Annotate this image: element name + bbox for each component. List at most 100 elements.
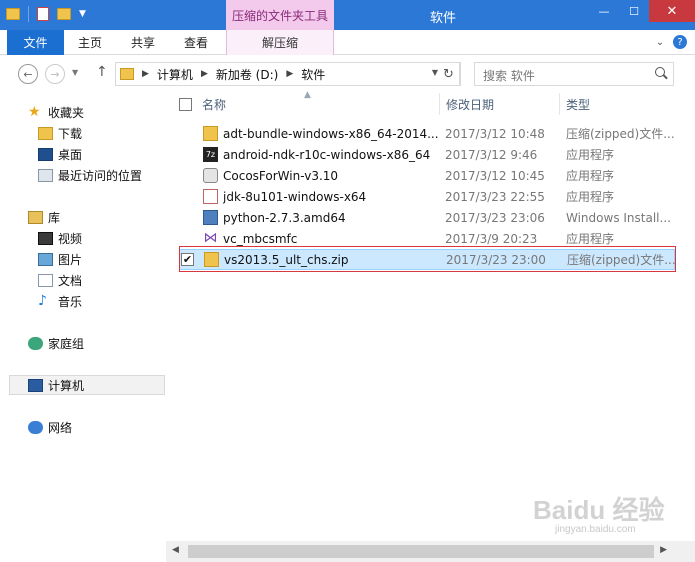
tab-share[interactable]: 共享 xyxy=(123,30,163,55)
nav-item-videos[interactable]: 视频 xyxy=(38,228,82,248)
breadcrumb-folder[interactable]: 软件 xyxy=(301,66,325,83)
recent-places-icon xyxy=(38,168,53,182)
nav-label: 下载 xyxy=(58,126,83,141)
file-date: 2017/3/23 23:06 xyxy=(445,210,545,225)
file-name: CocosForWin-v3.10 xyxy=(223,168,339,183)
file-name: jdk-8u101-windows-x64 xyxy=(223,189,367,204)
breadcrumb-drive[interactable]: 新加卷 (D:) xyxy=(216,66,278,83)
navigation-pane: ★ 收藏夹 下载 桌面 最近访问的位置 库 视频 图片 文档 ♪ 音乐 家庭组 … xyxy=(0,93,165,548)
nav-network[interactable]: 网络 xyxy=(28,417,72,437)
file-type: 应用程序 xyxy=(566,232,615,246)
expand-ribbon-icon[interactable]: ⌄ xyxy=(653,35,667,49)
window-controls: — ☐ ✕ xyxy=(589,0,695,22)
folder-icon xyxy=(6,8,20,20)
breadcrumb-computer[interactable]: 计算机 xyxy=(157,66,193,83)
scrollbar-thumb[interactable] xyxy=(188,545,654,558)
java-icon xyxy=(203,189,218,204)
nav-item-pictures[interactable]: 图片 xyxy=(38,249,82,269)
nav-label: 收藏夹 xyxy=(48,105,85,120)
address-bar[interactable]: ▶ 计算机 ▶ 新加卷 (D:) ▶ 软件 ▼ xyxy=(115,62,461,86)
nav-favorites[interactable]: ★ 收藏夹 xyxy=(28,102,84,122)
nav-item-documents[interactable]: 文档 xyxy=(38,270,82,290)
downloads-folder-icon xyxy=(38,126,53,140)
file-name: python-2.7.3.amd64 xyxy=(223,210,346,225)
column-divider[interactable] xyxy=(439,93,440,115)
refresh-button[interactable]: ↻ xyxy=(438,62,460,86)
folder-icon xyxy=(120,68,134,80)
column-header-date[interactable]: 修改日期 xyxy=(446,93,494,115)
python-icon xyxy=(203,210,218,225)
column-divider[interactable] xyxy=(559,93,560,115)
file-date: 2017/3/23 22:55 xyxy=(445,189,545,204)
tab-extract[interactable]: 解压缩 xyxy=(226,30,334,55)
qat-dropdown-icon[interactable]: ▼ xyxy=(79,9,86,19)
nav-item-music[interactable]: ♪ 音乐 xyxy=(38,291,82,311)
baidu-watermark-url: jingyan.baidu.com xyxy=(555,524,636,535)
horizontal-scrollbar[interactable]: ◀ ▶ xyxy=(166,541,695,562)
properties-icon[interactable] xyxy=(37,7,49,21)
address-row: ← → ▼ ↑ ▶ 计算机 ▶ 新加卷 (D:) ▶ 软件 ▼ ↻ 搜索 软件 xyxy=(0,55,695,93)
title-bar: ▼ 压缩的文件夹工具 软件 — ☐ ✕ xyxy=(0,0,695,30)
vertical-scroll-area xyxy=(680,93,695,541)
file-date: 2017/3/12 10:45 xyxy=(445,168,545,183)
nav-libraries[interactable]: 库 xyxy=(28,207,60,227)
nav-item-downloads[interactable]: 下载 xyxy=(38,123,82,143)
library-icon xyxy=(28,210,43,224)
chevron-right-icon[interactable]: ▶ xyxy=(286,69,293,79)
chevron-right-icon[interactable]: ▶ xyxy=(142,69,149,79)
zip-icon xyxy=(203,126,218,141)
tab-file[interactable]: 文件 xyxy=(7,30,64,55)
nav-label: 音乐 xyxy=(58,294,83,309)
chevron-right-icon[interactable]: ▶ xyxy=(201,69,208,79)
scroll-left-icon[interactable]: ◀ xyxy=(172,545,179,555)
column-header-type[interactable]: 类型 xyxy=(566,93,590,115)
documents-icon xyxy=(38,273,53,287)
highlight-annotation-box xyxy=(179,246,676,272)
forward-button[interactable]: → xyxy=(45,64,65,84)
table-row[interactable]: python-2.7.3.amd64 2017/3/23 23:06 Windo… xyxy=(179,207,675,228)
search-icon[interactable] xyxy=(655,67,665,77)
column-header-name[interactable]: 名称 xyxy=(202,93,226,115)
search-input[interactable]: 搜索 软件 xyxy=(474,62,674,86)
table-row[interactable]: CocosForWin-v3.10 2017/3/12 10:45 应用程序 xyxy=(179,165,675,186)
nav-label: 最近访问的位置 xyxy=(58,168,143,183)
tab-view[interactable]: 查看 xyxy=(176,30,216,55)
file-type: 压缩(zipped)文件... xyxy=(566,127,675,141)
new-folder-icon[interactable] xyxy=(57,8,71,20)
table-row[interactable]: jdk-8u101-windows-x64 2017/3/23 22:55 应用… xyxy=(179,186,675,207)
table-row[interactable]: 7z android-ndk-r10c-windows-x86_64 2017/… xyxy=(179,144,675,165)
window-title: 软件 xyxy=(430,11,457,26)
nav-homegroup[interactable]: 家庭组 xyxy=(28,333,84,353)
up-button[interactable]: ↑ xyxy=(96,64,108,80)
cocos-icon xyxy=(203,168,218,183)
file-date: 2017/3/12 9:46 xyxy=(445,147,538,162)
nav-label: 图片 xyxy=(58,252,83,267)
maximize-button[interactable]: ☐ xyxy=(619,0,649,22)
close-button[interactable]: ✕ xyxy=(649,0,695,22)
recent-locations-icon[interactable]: ▼ xyxy=(72,68,78,77)
select-all-checkbox[interactable] xyxy=(179,98,192,111)
file-type: 应用程序 xyxy=(566,148,615,162)
nav-computer[interactable]: 计算机 xyxy=(28,375,84,395)
file-name: android-ndk-r10c-windows-x86_64 xyxy=(223,147,431,162)
help-icon[interactable]: ? xyxy=(673,35,687,49)
music-icon: ♪ xyxy=(38,292,47,309)
file-type: Windows Install... xyxy=(566,210,671,225)
tab-home[interactable]: 主页 xyxy=(70,30,110,55)
minimize-button[interactable]: — xyxy=(589,0,619,22)
file-list: ▲ 名称 修改日期 类型 adt-bundle-windows-x86_64-2… xyxy=(166,90,695,541)
ribbon-tabs: 文件 主页 共享 查看 解压缩 ⌄ ? xyxy=(0,30,695,55)
back-button[interactable]: ← xyxy=(18,64,38,84)
table-row[interactable]: adt-bundle-windows-x86_64-2014... 2017/3… xyxy=(179,123,675,144)
homegroup-icon xyxy=(28,336,43,350)
nav-label: 网络 xyxy=(48,420,73,435)
nav-item-recent-places[interactable]: 最近访问的位置 xyxy=(38,165,142,185)
computer-icon xyxy=(28,378,43,392)
nav-label: 计算机 xyxy=(48,378,85,393)
baidu-watermark: Baidu 经验 xyxy=(533,495,665,525)
scroll-right-icon[interactable]: ▶ xyxy=(660,545,667,555)
nav-label: 库 xyxy=(48,210,61,225)
nav-item-desktop[interactable]: 桌面 xyxy=(38,144,82,164)
video-icon xyxy=(38,231,53,245)
qat-separator xyxy=(28,6,29,22)
